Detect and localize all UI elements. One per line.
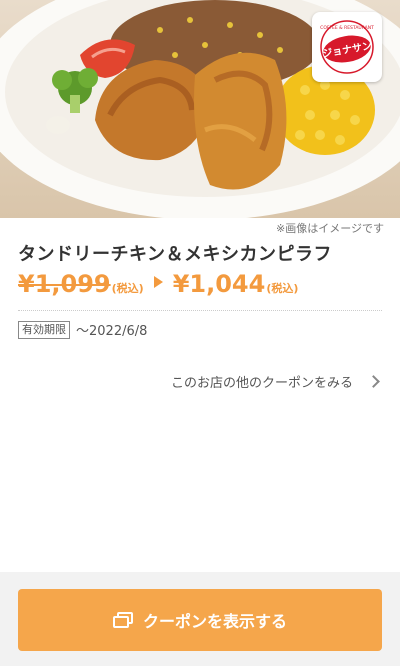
other-coupons-link-label: このお店の他のクーポンをみる (170, 376, 353, 391)
svg-text:COFFEE & RESTAURANT: COFFEE & RESTAURANT (320, 25, 374, 31)
divider (18, 310, 382, 311)
show-coupon-button[interactable]: クーポンを表示する (18, 589, 382, 651)
show-coupon-button-label: クーポンを表示する (142, 612, 287, 631)
restaurant-logo: ジョナサン COFFEE & RESTAURANT (312, 12, 382, 82)
discount-price: ¥1,044 (172, 270, 266, 298)
other-coupons-link[interactable]: このお店の他のクーポンをみる (170, 372, 380, 391)
validity-date: 〜2022/6/8 (76, 324, 148, 339)
image-disclaimer: ※画像はイメージです (276, 222, 384, 235)
original-price-tax-note: (税込) (111, 282, 144, 295)
arrow-right-icon (153, 276, 163, 288)
price-row: ¥1,099 (税込) ¥1,044 (税込) (18, 270, 298, 298)
original-price: ¥1,099 (18, 270, 111, 298)
discount-price-tax-note: (税込) (266, 282, 299, 295)
validity-row: 有効期限 〜2022/6/8 (18, 320, 147, 339)
coupon-title: タンドリーチキン＆メキシカンピラフ (18, 244, 332, 265)
dish-image: ジョナサン COFFEE & RESTAURANT (0, 0, 400, 218)
validity-label: 有効期限 (18, 320, 70, 339)
coupon-cards-icon (112, 612, 133, 628)
chevron-right-icon (367, 375, 380, 388)
